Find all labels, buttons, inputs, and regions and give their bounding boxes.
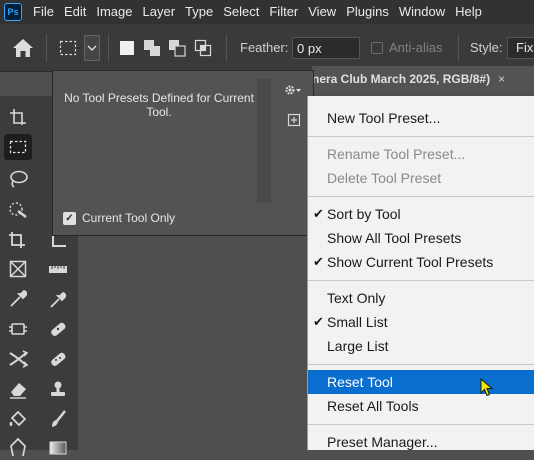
mouse-pointer-icon <box>480 377 494 398</box>
object-selection-tool-icon[interactable] <box>4 196 32 222</box>
home-icon[interactable] <box>10 36 36 60</box>
menu-item-reset-all-tools[interactable]: Reset All Tools <box>308 394 534 418</box>
color-sampler-icon[interactable] <box>44 286 72 312</box>
menu-item-show-all-tool-presets[interactable]: Show All Tool Presets <box>308 226 534 250</box>
menu-item-reset-tool[interactable]: Reset Tool <box>308 370 534 394</box>
menu-separator <box>308 364 534 365</box>
no-presets-message: No Tool Presets Defined for Current Tool… <box>64 91 254 119</box>
panel-menu-button[interactable] <box>281 79 305 101</box>
options-separator <box>46 34 47 62</box>
tool-presets-panel: No Tool Presets Defined for Current Tool… <box>52 70 314 236</box>
menu-help[interactable]: Help <box>450 0 487 24</box>
spot-healing-brush-icon[interactable] <box>4 316 32 342</box>
preset-list-scrollbar[interactable] <box>257 79 271 203</box>
menu-view[interactable]: View <box>303 0 341 24</box>
eraser-tool-icon[interactable] <box>4 376 32 402</box>
menu-item-large-list[interactable]: Large List <box>308 334 534 358</box>
chevron-down-icon <box>87 45 97 51</box>
menu-item-delete-tool-preset: Delete Tool Preset <box>308 166 534 190</box>
menu-window[interactable]: Window <box>394 0 450 24</box>
menu-item-label: Small List <box>327 314 388 330</box>
menu-item-label: Rename Tool Preset... <box>327 146 466 162</box>
options-separator <box>108 34 109 62</box>
new-selection-icon[interactable] <box>118 39 136 57</box>
feather-input[interactable] <box>292 37 360 59</box>
menu-filter[interactable]: Filter <box>264 0 303 24</box>
style-select[interactable]: Fixe <box>507 37 534 59</box>
menu-item-label: Preset Manager... <box>327 434 438 450</box>
current-tool-only-toggle[interactable]: ✓ Current Tool Only <box>63 211 175 225</box>
current-tool-only-checkbox[interactable]: ✓ <box>63 211 76 225</box>
menu-item-label: Large List <box>327 338 389 354</box>
document-tab[interactable]: nera Club March 2025, RGB/8#) × <box>312 66 534 92</box>
photoshop-logo-icon[interactable]: Ps <box>4 3 22 21</box>
close-icon[interactable]: × <box>498 72 505 86</box>
options-separator <box>458 34 459 62</box>
gear-icon <box>285 85 301 95</box>
menu-item-label: Delete Tool Preset <box>327 170 442 186</box>
style-label: Style: <box>470 40 503 55</box>
menu-item-label: Reset All Tools <box>327 398 419 414</box>
preset-list[interactable]: No Tool Presets Defined for Current Tool… <box>63 79 255 203</box>
lasso-tool-icon[interactable] <box>4 166 32 192</box>
gradient-tool-icon[interactable] <box>44 434 72 460</box>
crop-tool-icon[interactable] <box>4 226 32 252</box>
eyedropper-tool-icon[interactable] <box>4 286 32 312</box>
menu-item-label: Text Only <box>327 290 386 306</box>
checkmark-icon: ✔ <box>313 206 324 221</box>
menu-item-label: Sort by Tool <box>327 206 401 222</box>
feather-label: Feather: <box>240 40 289 55</box>
menu-item-label: Reset Tool <box>327 374 393 390</box>
menu-bar: Ps File Edit Image Layer Type Select Fil… <box>0 0 534 24</box>
add-to-selection-icon[interactable] <box>143 39 161 57</box>
pen-tool-icon[interactable] <box>4 434 32 460</box>
checkmark-icon: ✔ <box>313 314 324 329</box>
menu-separator <box>308 424 534 425</box>
tool-preset-picker-button[interactable] <box>84 35 100 61</box>
menu-file[interactable]: File <box>28 0 59 24</box>
menu-item-sort-by-tool[interactable]: ✔ Sort by Tool <box>308 202 534 226</box>
menu-layer[interactable]: Layer <box>138 0 181 24</box>
content-aware-move-icon[interactable] <box>4 346 32 372</box>
menu-type[interactable]: Type <box>180 0 218 24</box>
intersect-selection-icon[interactable] <box>194 39 212 57</box>
document-tab-title: nera Club March 2025, RGB/8#) <box>312 72 491 86</box>
frame-tool-icon[interactable] <box>4 256 32 282</box>
healing-brush-icon[interactable] <box>44 316 72 342</box>
artboard-tool-icon[interactable] <box>4 104 32 130</box>
tool-presets-flyout-menu: New Tool Preset... Rename Tool Preset...… <box>307 96 534 450</box>
options-separator <box>226 34 227 62</box>
menu-item-preset-manager[interactable]: Preset Manager... <box>308 430 534 454</box>
menu-separator <box>308 280 534 281</box>
menu-image[interactable]: Image <box>91 0 137 24</box>
anti-alias-checkbox[interactable] <box>371 42 383 54</box>
rectangular-marquee-tool-icon[interactable] <box>4 134 32 160</box>
menu-separator <box>308 136 534 137</box>
anti-alias-label: Anti-alias <box>389 40 443 55</box>
ruler-tool-icon[interactable] <box>44 256 72 282</box>
options-bar: Feather: Anti-alias Style: Fixe <box>0 24 534 72</box>
menu-item-small-list[interactable]: ✔ Small List <box>308 310 534 334</box>
menu-item-label: Show Current Tool Presets <box>327 254 494 270</box>
menu-item-new-tool-preset[interactable]: New Tool Preset... <box>308 106 534 130</box>
subtract-from-selection-icon[interactable] <box>168 39 186 57</box>
clone-stamp-tool-icon[interactable] <box>44 376 72 402</box>
menu-plugins[interactable]: Plugins <box>341 0 394 24</box>
menu-edit[interactable]: Edit <box>59 0 91 24</box>
new-preset-icon[interactable] <box>287 113 301 127</box>
current-tool-only-label: Current Tool Only <box>82 211 176 225</box>
paint-bucket-tool-icon[interactable] <box>4 406 32 432</box>
brush-tool-icon[interactable] <box>44 406 72 432</box>
patch-tool-icon[interactable] <box>44 346 72 372</box>
menu-item-text-only[interactable]: Text Only <box>308 286 534 310</box>
menu-separator <box>308 196 534 197</box>
menu-item-label: Show All Tool Presets <box>327 230 462 246</box>
menu-item-label: New Tool Preset... <box>327 110 441 126</box>
menu-item-show-current-tool-presets[interactable]: ✔ Show Current Tool Presets <box>308 250 534 274</box>
menu-select[interactable]: Select <box>218 0 264 24</box>
checkmark-icon: ✔ <box>313 254 324 269</box>
menu-item-rename-tool-preset: Rename Tool Preset... <box>308 142 534 166</box>
rectangular-marquee-preset-icon[interactable] <box>58 38 78 58</box>
